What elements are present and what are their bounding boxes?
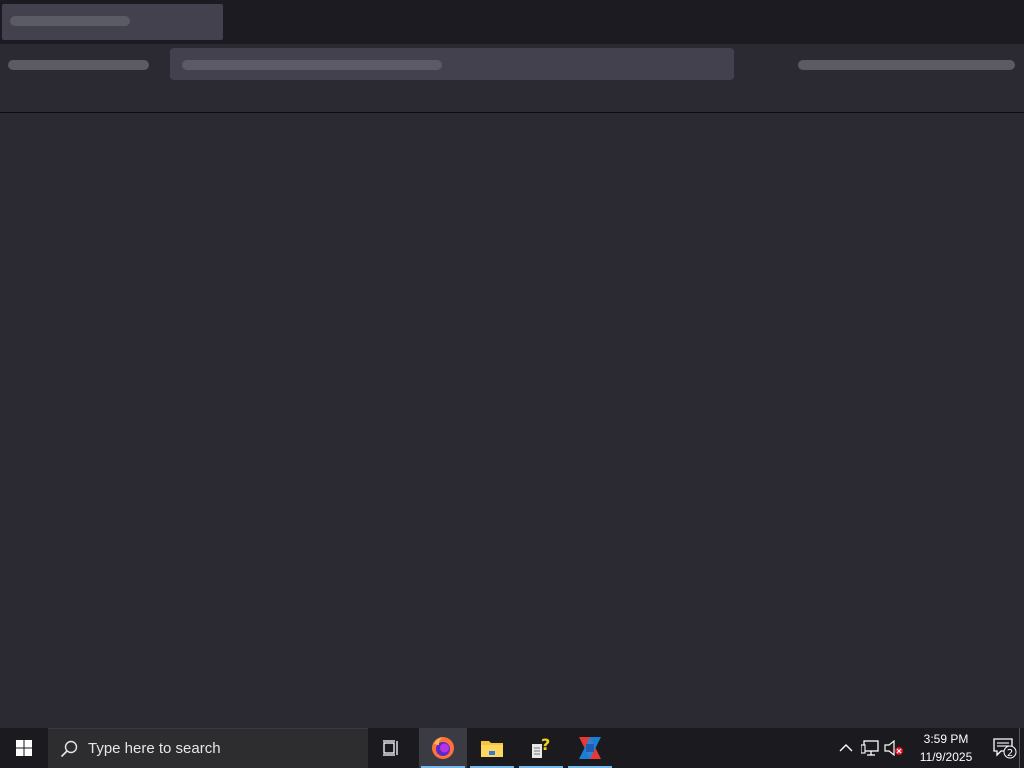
network-icon [861,740,879,756]
taskbar-app-help[interactable]: ? [517,728,565,768]
ide-icon [579,737,601,759]
taskbar-clock[interactable]: 3:59 PM 11/9/2025 [910,730,982,766]
chevron-up-icon [839,744,853,752]
help-icon: ? [532,736,550,758]
notification-count: 2 [1007,748,1013,759]
nav-buttons-placeholder [8,60,149,70]
svg-text:?: ? [541,736,550,754]
search-placeholder: Type here to search [88,740,221,757]
system-tray: 3:59 PM 11/9/2025 2 [834,728,1024,768]
show-desktop-button[interactable] [1019,728,1024,768]
toolbar-icons-placeholder [798,60,1015,70]
task-view-icon [383,740,398,756]
tab-strip [0,0,1024,44]
windows-logo-icon [16,740,32,756]
search-icon [60,740,78,757]
taskbar-app-ide[interactable] [566,728,614,768]
taskbar-app-firefox[interactable] [419,728,467,768]
taskbar-app-file-explorer[interactable] [468,728,516,768]
clock-time: 3:59 PM [923,732,969,746]
url-text-placeholder [182,60,442,70]
firefox-icon [432,737,454,759]
navigation-bar [0,44,1024,113]
tab-title-placeholder [10,16,130,26]
volume-muted-icon [884,740,903,756]
browser-window [0,0,1024,728]
browser-tab[interactable] [2,4,223,40]
page-content [0,113,1024,728]
taskbar-search-box[interactable]: Type here to search [48,728,368,768]
taskbar: Type here to search ? 3:59 PM 11/9/2025 … [0,728,1024,768]
start-button[interactable] [0,728,48,768]
action-center-button[interactable]: 2 [990,728,1020,768]
network-button[interactable] [858,728,882,768]
show-hidden-icons-button[interactable] [834,728,858,768]
folder-icon [481,741,503,757]
task-view-button[interactable] [368,728,416,768]
volume-button[interactable] [882,728,906,768]
url-bar[interactable] [170,48,734,80]
notification-icon: 2 [993,738,1017,759]
clock-date: 11/9/2025 [919,750,973,764]
